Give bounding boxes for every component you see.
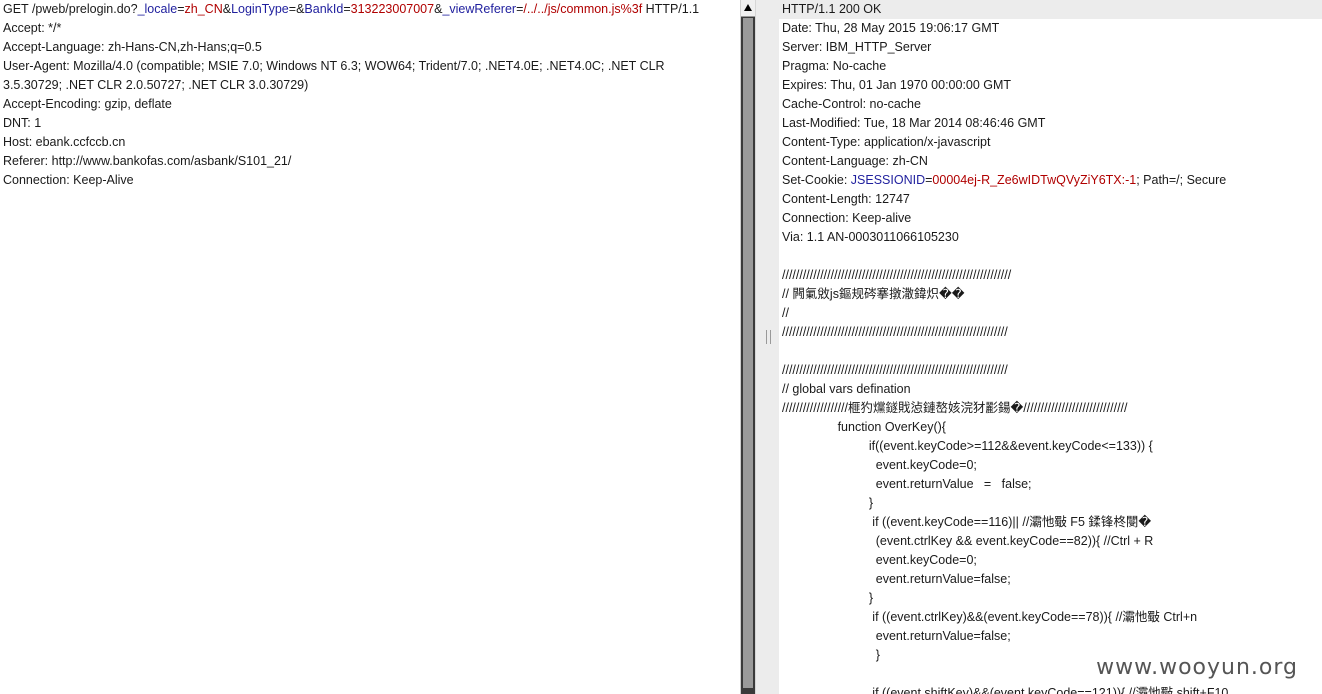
response-body-line: ///////////////////榧犳爣鐩戝惉鏈嶅姟浣犲彲鍚�///////… <box>782 401 1128 415</box>
response-body-line: Via: 1.1 AN-0003011066105230 <box>782 230 959 244</box>
response-header-line: Date: Thu, 28 May 2015 19:06:17 GMT <box>782 21 1000 35</box>
request-header-line: Accept-Encoding: gzip, deflate <box>3 97 172 111</box>
response-header-line: Last-Modified: Tue, 18 Mar 2014 08:46:46… <box>782 116 1046 130</box>
response-body-line <box>779 247 1322 266</box>
response-body-line: if ((event.ctrlKey)&&(event.keyCode==78)… <box>782 610 1198 624</box>
response-body: Content-Length: 12747 Connection: Keep-al… <box>779 190 1322 694</box>
request-header-line: Connection: Keep-Alive <box>3 173 134 187</box>
set-cookie-line: Set-Cookie: JSESSIONID=00004ej-R_Ze6wIDT… <box>782 173 1227 187</box>
response-header-line: HTTP/1.1 200 OK <box>782 2 882 16</box>
request-line: GET /pweb/prelogin.do?_locale=zh_CN&Logi… <box>3 2 700 16</box>
response-body-line: } <box>782 591 873 605</box>
response-body-line: } <box>782 496 873 510</box>
response-header-line: Pragma: No-cache <box>782 59 887 73</box>
response-body-line: Connection: Keep-alive <box>782 211 912 225</box>
request-header-line: Referer: http://www.bankofas.com/asbank/… <box>3 154 292 168</box>
response-body-line: if ((event.shiftKey)&&(event.keyCode==12… <box>782 686 1229 694</box>
arrow-up-icon <box>744 4 752 11</box>
request-header-line: User-Agent: Mozilla/4.0 (compatible; MSI… <box>3 59 665 73</box>
response-header-line: Expires: Thu, 01 Jan 1970 00:00:00 GMT <box>782 78 1012 92</box>
response-body-line: ////////////////////////////////////////… <box>782 325 1008 339</box>
response-header-line: Server: IBM_HTTP_Server <box>782 40 932 54</box>
request-header-line: Accept: */* <box>3 21 62 35</box>
request-scrollbar[interactable] <box>740 0 755 694</box>
response-body-line <box>779 342 1322 361</box>
request-pane[interactable]: GET /pweb/prelogin.do?_locale=zh_CN&Logi… <box>0 0 740 694</box>
response-header-line: Content-Language: zh-CN <box>782 154 928 168</box>
response-body-line: event.keyCode=0; <box>782 458 977 472</box>
response-body-line: event.keyCode=0; <box>782 553 977 567</box>
scroll-thumb[interactable] <box>743 18 753 688</box>
response-body-line: // global vars defination <box>782 382 911 396</box>
response-body-line: if((event.keyCode>=112&&event.keyCode<=1… <box>782 439 1153 453</box>
response-body-line: if ((event.keyCode==116)|| //灞忚斀 F5 鍒锋柊閿… <box>782 515 1152 529</box>
response-body-line: ////////////////////////////////////////… <box>782 268 1012 282</box>
response-pane[interactable]: HTTP/1.1 200 OK Date: Thu, 28 May 2015 19… <box>779 0 1322 694</box>
response-headers: HTTP/1.1 200 OK Date: Thu, 28 May 2015 19… <box>779 0 1322 171</box>
response-body-line: event.returnValue=false; <box>782 629 1011 643</box>
response-body-line: ////////////////////////////////////////… <box>782 363 1008 377</box>
response-body-line: function OverKey(){ <box>782 420 946 434</box>
response-header-line: Content-Type: application/x-javascript <box>782 135 991 149</box>
request-header-line: DNT: 1 <box>3 116 42 130</box>
response-body-line: // 闁氭敓js鏂规硶搴撴潵鍏炽�� <box>782 287 965 301</box>
response-body-line: event.returnValue=false; <box>782 572 1011 586</box>
watermark: www.wooyun.org <box>1094 655 1300 680</box>
response-body-line: event.returnValue = false; <box>782 477 1032 491</box>
grip-icon <box>766 330 771 344</box>
scroll-up-button[interactable] <box>741 0 755 17</box>
request-header-line: Accept-Language: zh-Hans-CN,zh-Hans;q=0.… <box>3 40 262 54</box>
request-headers: Accept: */* Accept-Language: zh-Hans-CN,z… <box>0 19 740 190</box>
response-body-line: (event.ctrlKey && event.keyCode==82)){ /… <box>782 534 1154 548</box>
response-header-line: Cache-Control: no-cache <box>782 97 921 111</box>
request-header-line: 3.5.30729; .NET CLR 2.0.50727; .NET CLR … <box>3 78 309 92</box>
response-body-line: // <box>782 306 789 320</box>
split-divider[interactable] <box>755 0 781 694</box>
response-body-line: Content-Length: 12747 <box>782 192 910 206</box>
request-header-line: Host: ebank.ccfccb.cn <box>3 135 126 149</box>
